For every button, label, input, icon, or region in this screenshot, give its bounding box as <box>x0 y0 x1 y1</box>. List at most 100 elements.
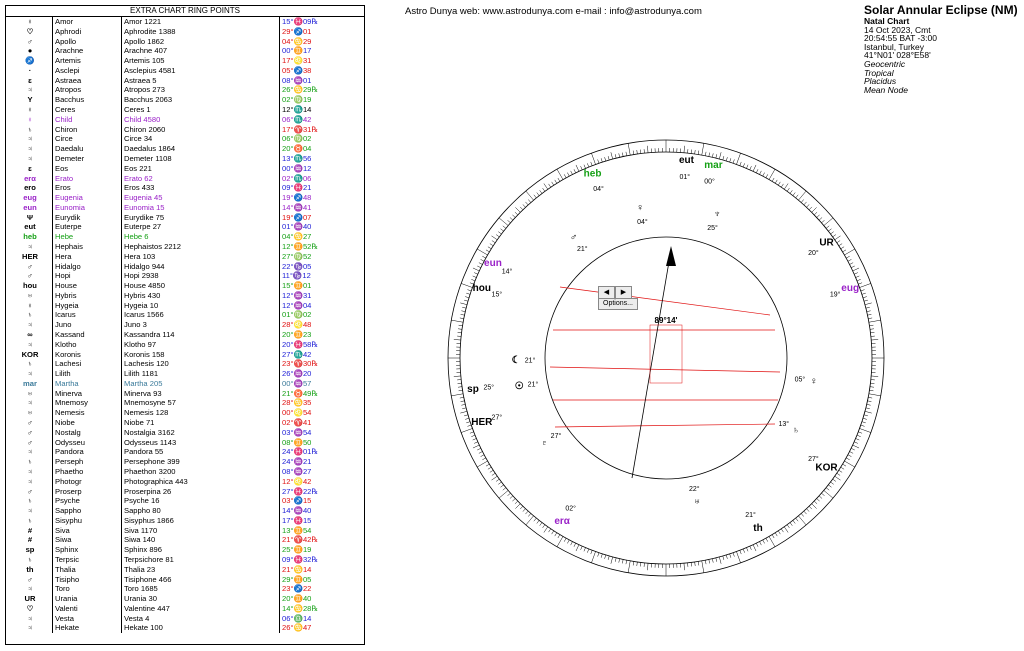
zodiac-tick <box>539 522 543 526</box>
zodiac-tick <box>867 314 872 316</box>
zodiac-tick <box>636 561 638 566</box>
zodiac-tick <box>742 548 745 553</box>
zodiac-tick <box>575 544 580 552</box>
zodiac-tick <box>816 498 820 502</box>
zodiac-tick <box>580 546 583 550</box>
zodiac-tick <box>627 560 631 573</box>
zodiac-inner-ring <box>459 151 873 565</box>
zodiac-tick <box>834 235 841 241</box>
zodiac-tick <box>821 492 825 496</box>
zodiac-tick <box>832 234 837 238</box>
zodiac-tick <box>871 339 879 341</box>
zodiac-tick <box>590 161 593 166</box>
zodiac-tick <box>715 557 718 562</box>
chart-wheel[interactable]: eut01°mar00°heb04°eun14°hou15°HER 27°sp 25… <box>0 0 1024 651</box>
planet-glyph-icon: ♀ <box>636 202 644 213</box>
zodiac-tick <box>864 302 872 305</box>
zodiac-tick <box>451 319 464 323</box>
ring-point-glyph-icon: eun <box>484 258 502 269</box>
zodiac-tick <box>570 170 573 175</box>
zodiac-tick <box>502 225 507 229</box>
zodiac-tick <box>859 283 871 288</box>
zodiac-tick <box>800 199 804 203</box>
zodiac-tick <box>830 231 834 235</box>
zodiac-tick <box>519 206 524 210</box>
ring-point-glyph-icon: mar <box>704 160 722 171</box>
zodiac-tick <box>519 506 524 510</box>
zodiac-tick <box>610 152 613 160</box>
zodiac-tick <box>865 407 870 410</box>
ring-point-degree: 15° <box>492 290 503 298</box>
zodiac-tick <box>498 231 502 235</box>
zodiac-tick <box>722 156 725 161</box>
zodiac-tick <box>533 517 537 522</box>
zodiac-tick <box>869 324 874 327</box>
zodiac-tick <box>580 166 583 170</box>
zodiac-tick <box>453 339 461 341</box>
zodiac-tick <box>542 187 546 192</box>
zodiac-tick <box>849 451 854 454</box>
zodiac-tick <box>846 457 850 461</box>
zodiac-tick <box>536 192 540 196</box>
zodiac-tick <box>563 538 567 542</box>
zodiac-tick <box>783 183 789 190</box>
zodiac-tick <box>600 158 603 163</box>
zodiac-tick <box>861 421 866 424</box>
zodiac-tick <box>867 400 872 402</box>
wheel-nav: ◀ ▶ Options... <box>598 286 640 310</box>
planet-degree: 22° <box>689 485 700 493</box>
zodiac-tick <box>548 528 552 533</box>
zodiac-tick <box>618 558 620 563</box>
zodiac-tick <box>498 481 502 485</box>
zodiac-tick <box>477 448 481 451</box>
zodiac-tick <box>795 194 799 199</box>
zodiac-tick <box>573 169 576 173</box>
zodiac-tick <box>539 190 543 194</box>
zodiac-tick <box>465 296 470 299</box>
zodiac-tick <box>474 272 478 275</box>
ring-point-glyph-icon: th <box>753 523 762 534</box>
zodiac-tick <box>854 272 858 275</box>
zodiac-tick <box>632 561 635 566</box>
planet-degree: 04° <box>637 218 648 226</box>
planet-glyph-icon: ♆ <box>714 209 722 220</box>
ring-point-degree: 04° <box>593 185 604 193</box>
zodiac-tick <box>725 554 728 559</box>
ring-point-degree: 25° <box>483 383 494 391</box>
zodiac-tick <box>509 495 514 499</box>
zodiac-tick <box>777 530 781 535</box>
zodiac-tick <box>762 539 765 544</box>
zodiac-tick <box>471 434 476 437</box>
zodiac-tick <box>863 414 868 417</box>
zodiac-tick <box>739 161 742 166</box>
zodiac-tick <box>749 546 752 550</box>
zodiac-tick <box>604 157 607 162</box>
zodiac-tick <box>697 561 700 566</box>
zodiac-tick <box>821 220 825 224</box>
zodiac-tick <box>752 164 757 172</box>
zodiac-tick <box>811 503 817 509</box>
options-button[interactable]: Options... <box>598 298 638 310</box>
zodiac-tick <box>823 217 834 226</box>
center-readout: 89°14' <box>655 316 678 325</box>
zodiac-tick <box>525 510 529 515</box>
zodiac-tick <box>712 153 714 158</box>
zodiac-tick <box>491 240 496 244</box>
zodiac-tick <box>512 214 516 218</box>
ring-point-degree: 14° <box>502 267 513 275</box>
zodiac-tick <box>485 249 490 253</box>
zodiac-tick <box>705 560 707 565</box>
zodiac-tick <box>515 503 521 509</box>
zodiac-tick <box>759 541 762 546</box>
zodiac-tick <box>489 469 494 473</box>
zodiac-tick <box>607 156 610 161</box>
planet-glyph-icon: ♅ <box>693 497 701 508</box>
zodiac-tick <box>816 214 820 218</box>
zodiac-tick <box>515 207 521 213</box>
center-glyph-box <box>649 324 683 384</box>
zodiac-tick <box>458 386 463 388</box>
zodiac-tick <box>471 279 476 282</box>
zodiac-tick <box>625 151 627 156</box>
zodiac-tick <box>542 524 546 529</box>
aspect-line <box>549 366 781 373</box>
